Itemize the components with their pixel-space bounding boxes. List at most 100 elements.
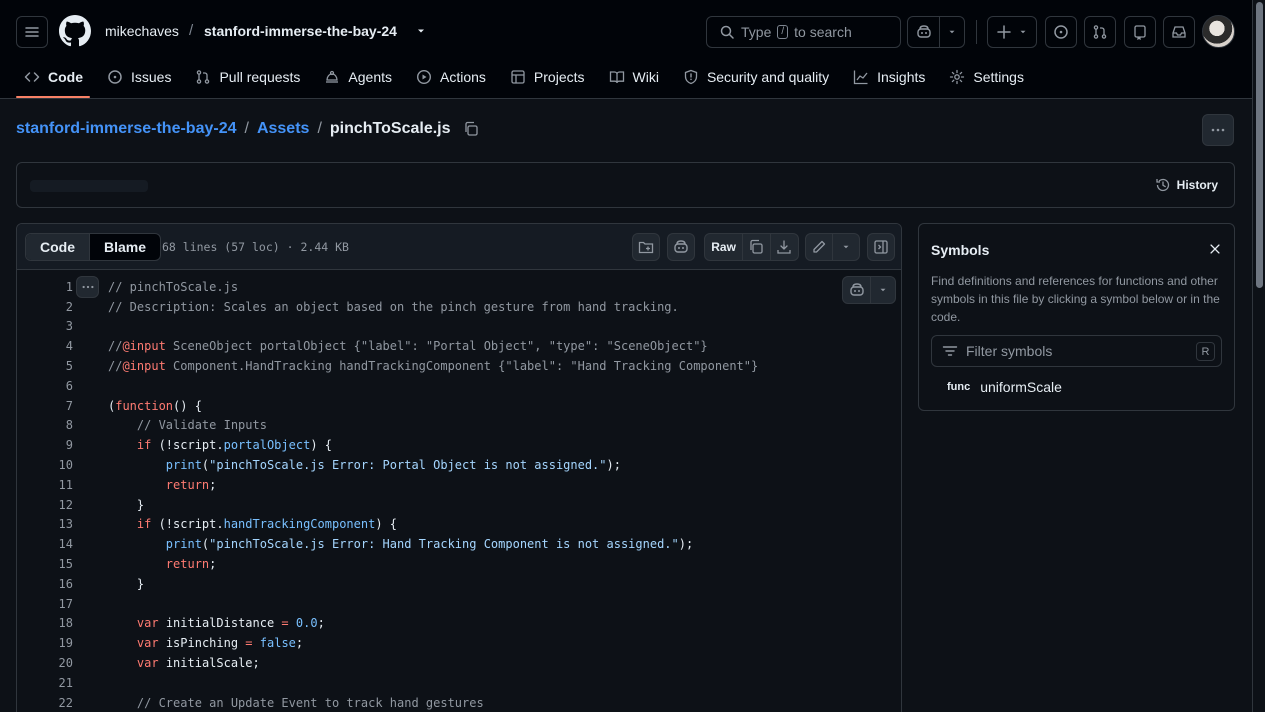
edit-dropdown-button[interactable] (833, 234, 859, 260)
line-number[interactable]: 8 (17, 418, 73, 432)
copilot-code-button[interactable] (842, 276, 896, 304)
tab-agents[interactable]: Agents (316, 60, 400, 93)
filter-icon (942, 346, 958, 356)
global-header: mikechaves / stanford-immerse-the-bay-24… (0, 0, 1252, 99)
copilot-dropdown-button[interactable] (871, 277, 895, 303)
tab-wiki[interactable]: Wiki (601, 60, 667, 93)
pull-requests-button[interactable] (1084, 16, 1116, 48)
code-line: 3 (17, 317, 901, 337)
code-line: 2// Description: Scales an object based … (17, 297, 901, 317)
raw-button[interactable]: Raw (705, 234, 744, 260)
scrollbar-thumb[interactable] (1256, 2, 1263, 288)
sidebar-expand-icon (874, 240, 888, 254)
breadcrumb-separator: / (244, 120, 249, 137)
line-number[interactable]: 11 (17, 478, 73, 492)
chevron-down-icon[interactable] (415, 25, 427, 37)
symbols-filter-shortcut: R (1196, 342, 1215, 361)
line-number[interactable]: 4 (17, 339, 73, 353)
create-new-button[interactable] (987, 16, 1037, 48)
history-label: History (1176, 178, 1218, 192)
line-number[interactable]: 15 (17, 557, 73, 571)
issues-button[interactable] (1045, 16, 1077, 48)
symbols-panel-button[interactable] (632, 233, 660, 261)
repositories-button[interactable] (1124, 16, 1156, 48)
search-text-post: to search (794, 24, 852, 40)
copilot-chat-button[interactable] (843, 277, 871, 303)
copy-path-icon[interactable] (463, 121, 479, 137)
tab-settings[interactable]: Settings (941, 60, 1032, 93)
line-number[interactable]: 1 (17, 280, 73, 294)
line-number[interactable]: 6 (17, 379, 73, 393)
line-number[interactable]: 22 (17, 696, 73, 710)
line-number[interactable]: 7 (17, 399, 73, 413)
symbol-item[interactable]: func uniformScale (947, 379, 1062, 395)
copy-raw-button[interactable] (743, 234, 771, 260)
tab-projects[interactable]: Projects (502, 60, 593, 93)
tab-insights[interactable]: Insights (845, 60, 933, 93)
kebab-horizontal-icon (81, 285, 94, 289)
line-number[interactable]: 5 (17, 359, 73, 373)
raw-actions-group: Raw (704, 233, 799, 261)
download-button[interactable] (771, 234, 798, 260)
more-options-button[interactable] (1202, 114, 1234, 146)
repo-nav: Code Issues Pull requests Agents Actions… (16, 60, 1040, 99)
copilot-icon (674, 240, 688, 253)
issue-icon (108, 69, 122, 84)
symbols-filter-input[interactable]: Filter symbols R (931, 335, 1222, 367)
line-number[interactable]: 9 (17, 438, 73, 452)
line-number[interactable]: 17 (17, 597, 73, 611)
code-line: 9 if (!script.portalObject) { (17, 435, 901, 455)
page-scrollbar[interactable] (1252, 0, 1265, 712)
edit-button[interactable] (806, 234, 834, 260)
folder-plus-icon (638, 241, 654, 254)
breadcrumb-folder-link[interactable]: Assets (257, 120, 309, 138)
line-number[interactable]: 21 (17, 676, 73, 690)
code-line: 5//@input Component.HandTracking handTra… (17, 356, 901, 376)
owner-link[interactable]: mikechaves (105, 23, 179, 39)
tab-actions[interactable]: Actions (408, 60, 494, 93)
tab-pull-requests[interactable]: Pull requests (187, 60, 308, 93)
line-options-button[interactable] (76, 276, 99, 298)
line-number[interactable]: 3 (17, 319, 73, 333)
symbol-name: uniformScale (980, 379, 1062, 395)
hamburger-icon (25, 27, 39, 37)
code-line: 12 } (17, 495, 901, 515)
line-number[interactable]: 10 (17, 458, 73, 472)
code-line: 20 var initialScale; (17, 653, 901, 673)
tab-issues[interactable]: Issues (99, 60, 179, 93)
line-number[interactable]: 14 (17, 537, 73, 551)
history-button[interactable]: History (1155, 177, 1218, 193)
agent-icon (326, 70, 339, 83)
toggle-symbols-button[interactable] (867, 233, 895, 261)
line-number[interactable]: 16 (17, 577, 73, 591)
chevron-down-icon (843, 245, 849, 249)
tab-code[interactable]: Code (16, 60, 91, 93)
code-lines: 1// pinchToScale.js 2// Description: Sca… (17, 277, 901, 712)
tab-security[interactable]: Security and quality (675, 60, 837, 93)
copilot-button[interactable] (907, 16, 965, 48)
tab-code-view[interactable]: Code (26, 234, 90, 260)
github-logo-icon[interactable] (59, 15, 91, 47)
line-number[interactable]: 20 (17, 656, 73, 670)
line-number[interactable]: 13 (17, 517, 73, 531)
inbox-button[interactable] (1163, 16, 1195, 48)
tab-pull-requests-label: Pull requests (219, 68, 301, 85)
code-line: 6 (17, 376, 901, 396)
code-line: 17 (17, 594, 901, 614)
menu-button[interactable] (16, 16, 48, 48)
breadcrumb-repo-link[interactable]: stanford-immerse-the-bay-24 (16, 120, 237, 138)
code-line: 7 (function() { (17, 396, 901, 416)
code-line: 11 return; (17, 475, 901, 495)
copilot-ask-button[interactable] (667, 233, 695, 261)
avatar[interactable] (1202, 15, 1235, 48)
line-number[interactable]: 12 (17, 498, 73, 512)
tab-blame-view[interactable]: Blame (90, 234, 160, 260)
repo-link[interactable]: stanford-immerse-the-bay-24 (204, 23, 397, 39)
line-number[interactable]: 19 (17, 636, 73, 650)
search-input[interactable]: Type / to search (706, 16, 901, 48)
code-line: 18 var initialDistance = 0.0; (17, 614, 901, 634)
line-number[interactable]: 18 (17, 616, 73, 630)
file-breadcrumb: stanford-immerse-the-bay-24 / Assets / p… (16, 120, 479, 138)
line-number[interactable]: 2 (17, 300, 73, 314)
close-icon[interactable] (1208, 242, 1222, 256)
